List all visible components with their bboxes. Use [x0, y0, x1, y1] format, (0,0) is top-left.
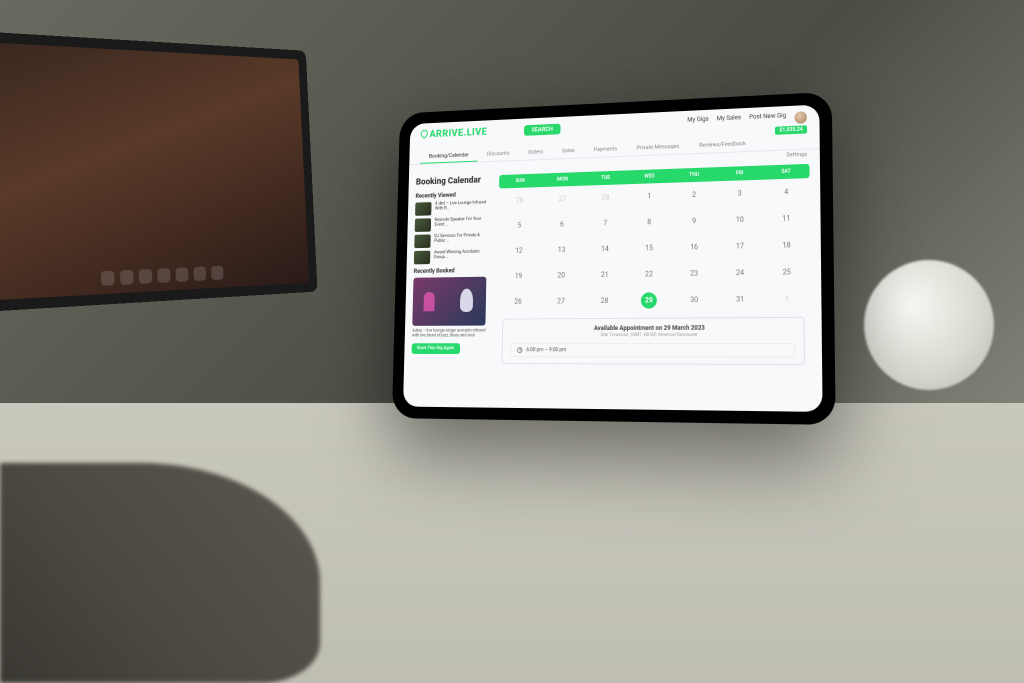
- calendar-day[interactable]: 28: [582, 288, 626, 314]
- dow-label: TUE: [584, 170, 628, 185]
- calendar-day[interactable]: 13: [540, 237, 583, 263]
- book-again-button[interactable]: Book This Gig Again: [412, 343, 460, 354]
- appointment-timezone: Site Timezone: (GMT -08:00) America/Vanc…: [510, 333, 795, 339]
- dow-label: WED: [627, 169, 671, 184]
- rv-title: 4 dkd – Live Lounge Infused With R…: [435, 200, 492, 215]
- nav-my-gigs[interactable]: My Gigs: [687, 116, 709, 129]
- time-slot[interactable]: 6:00 pm – 9:00 pm: [510, 343, 795, 358]
- app-screen: ARRIVE.LIVE SEARCH My Gigs My Sales Post…: [403, 105, 823, 412]
- tab-discounts[interactable]: Discounts: [478, 148, 519, 162]
- search-area: SEARCH: [524, 123, 561, 135]
- avatar[interactable]: [794, 111, 807, 124]
- balance-badge[interactable]: $1,035.24: [775, 125, 807, 134]
- thumb-icon: [414, 251, 430, 265]
- list-item[interactable]: Award Winning Acrobatic Group …: [414, 249, 491, 264]
- calendar-day[interactable]: 4: [763, 178, 810, 206]
- calendar-day[interactable]: 17: [717, 233, 763, 260]
- nav-my-sales[interactable]: My Sales: [717, 114, 741, 127]
- calendar-day[interactable]: 20: [540, 262, 583, 288]
- calendar-day[interactable]: 23: [671, 260, 717, 287]
- calendar-day[interactable]: 11: [763, 205, 810, 233]
- calendar-grid: 2627281234567891011121314151617181920212…: [497, 178, 811, 315]
- calendar-day[interactable]: 3: [717, 180, 763, 208]
- nav-post-new-gig[interactable]: Post New Gig: [749, 112, 786, 126]
- slot-time: 6:00 pm – 9:00 pm: [526, 347, 566, 353]
- brand-logo[interactable]: ARRIVE.LIVE: [421, 127, 488, 140]
- thumb-icon: [415, 218, 431, 232]
- calendar-day[interactable]: 26: [499, 187, 541, 213]
- calendar-day[interactable]: 19: [497, 263, 540, 289]
- calendar-day[interactable]: 27: [539, 288, 582, 314]
- tab-booking-calendar[interactable]: Booking/Calendar: [420, 149, 478, 164]
- search-button[interactable]: SEARCH: [524, 123, 561, 135]
- recently-viewed-heading: Recently Viewed: [415, 191, 491, 200]
- calendar-day[interactable]: 8: [627, 209, 672, 236]
- calendar-day[interactable]: 26: [497, 289, 540, 315]
- list-item[interactable]: Keynote Speaker For Your Event …: [415, 217, 492, 232]
- calendar-day[interactable]: 18: [763, 232, 810, 260]
- calendar-day[interactable]: 2: [672, 181, 717, 208]
- rv-title: Keynote Speaker For Your Event …: [434, 217, 491, 232]
- calendar-day[interactable]: 7: [583, 210, 627, 237]
- calendar-day[interactable]: 1: [627, 183, 671, 210]
- calendar-day[interactable]: 12: [498, 238, 541, 264]
- page-title: Booking Calendar: [416, 175, 492, 187]
- tab-payments[interactable]: Payments: [584, 143, 627, 157]
- calendar-panel: SUN MON TUE WED THU FRI SAT 262728123456…: [495, 157, 822, 412]
- recently-booked-heading: Recently Booked: [414, 267, 491, 275]
- calendar-day[interactable]: 22: [627, 261, 672, 288]
- appointment-title: Available Appointment on 29 March 2023: [511, 324, 796, 332]
- logo-icon: [419, 128, 429, 139]
- tablet-device: ARRIVE.LIVE SEARCH My Gigs My Sales Post…: [392, 92, 836, 425]
- calendar-day[interactable]: 31: [717, 286, 764, 313]
- rv-title: DJ Services For Private & Public …: [434, 233, 491, 248]
- clock-icon: [517, 347, 523, 353]
- recently-booked-image[interactable]: [412, 277, 486, 326]
- tab-reviews-feedback[interactable]: Reviews/Feedback: [689, 138, 756, 154]
- dow-label: MON: [541, 172, 584, 187]
- calendar-day[interactable]: 21: [583, 262, 627, 289]
- dow-label: FRI: [717, 166, 763, 182]
- sidebar: Booking Calendar Recently Viewed 4 dkd –…: [403, 169, 499, 407]
- calendar-day[interactable]: 5: [498, 212, 541, 238]
- tab-sales[interactable]: Sales: [552, 145, 584, 159]
- calendar-day[interactable]: 27: [541, 186, 584, 213]
- calendar-day[interactable]: 9: [672, 207, 717, 234]
- calendar-day[interactable]: 30: [671, 287, 717, 314]
- calendar-day[interactable]: 29: [627, 287, 672, 314]
- lamp-background: [864, 260, 994, 390]
- tab-private-messages[interactable]: Private Messages: [627, 140, 690, 155]
- calendar-day[interactable]: 10: [717, 206, 763, 234]
- dow-label: SUN: [499, 174, 541, 189]
- dow-label: THU: [672, 167, 717, 183]
- calendar-day[interactable]: 15: [627, 235, 672, 262]
- calendar-day[interactable]: 24: [717, 259, 763, 286]
- calendar-day[interactable]: 25: [763, 258, 810, 286]
- thumb-icon: [415, 202, 431, 216]
- list-item[interactable]: DJ Services For Private & Public …: [414, 233, 491, 248]
- thumb-icon: [414, 234, 430, 248]
- rv-title: Award Winning Acrobatic Group …: [434, 249, 491, 264]
- list-item[interactable]: 4 dkd – Live Lounge Infused With R…: [415, 200, 491, 216]
- recently-booked-desc: Jukes – live lounge singer acoustic infu…: [412, 328, 489, 339]
- calendar-day[interactable]: 16: [671, 234, 716, 261]
- calendar-day[interactable]: 14: [583, 236, 627, 263]
- calendar-day[interactable]: 28: [584, 184, 628, 211]
- calendar-day[interactable]: 6: [540, 211, 583, 238]
- calendar-day[interactable]: 1: [763, 285, 811, 312]
- laptop-background: [0, 31, 318, 311]
- appointment-card: Available Appointment on 29 March 2023 S…: [502, 317, 806, 365]
- dow-label: SAT: [763, 164, 810, 180]
- tab-orders[interactable]: Orders: [519, 146, 553, 160]
